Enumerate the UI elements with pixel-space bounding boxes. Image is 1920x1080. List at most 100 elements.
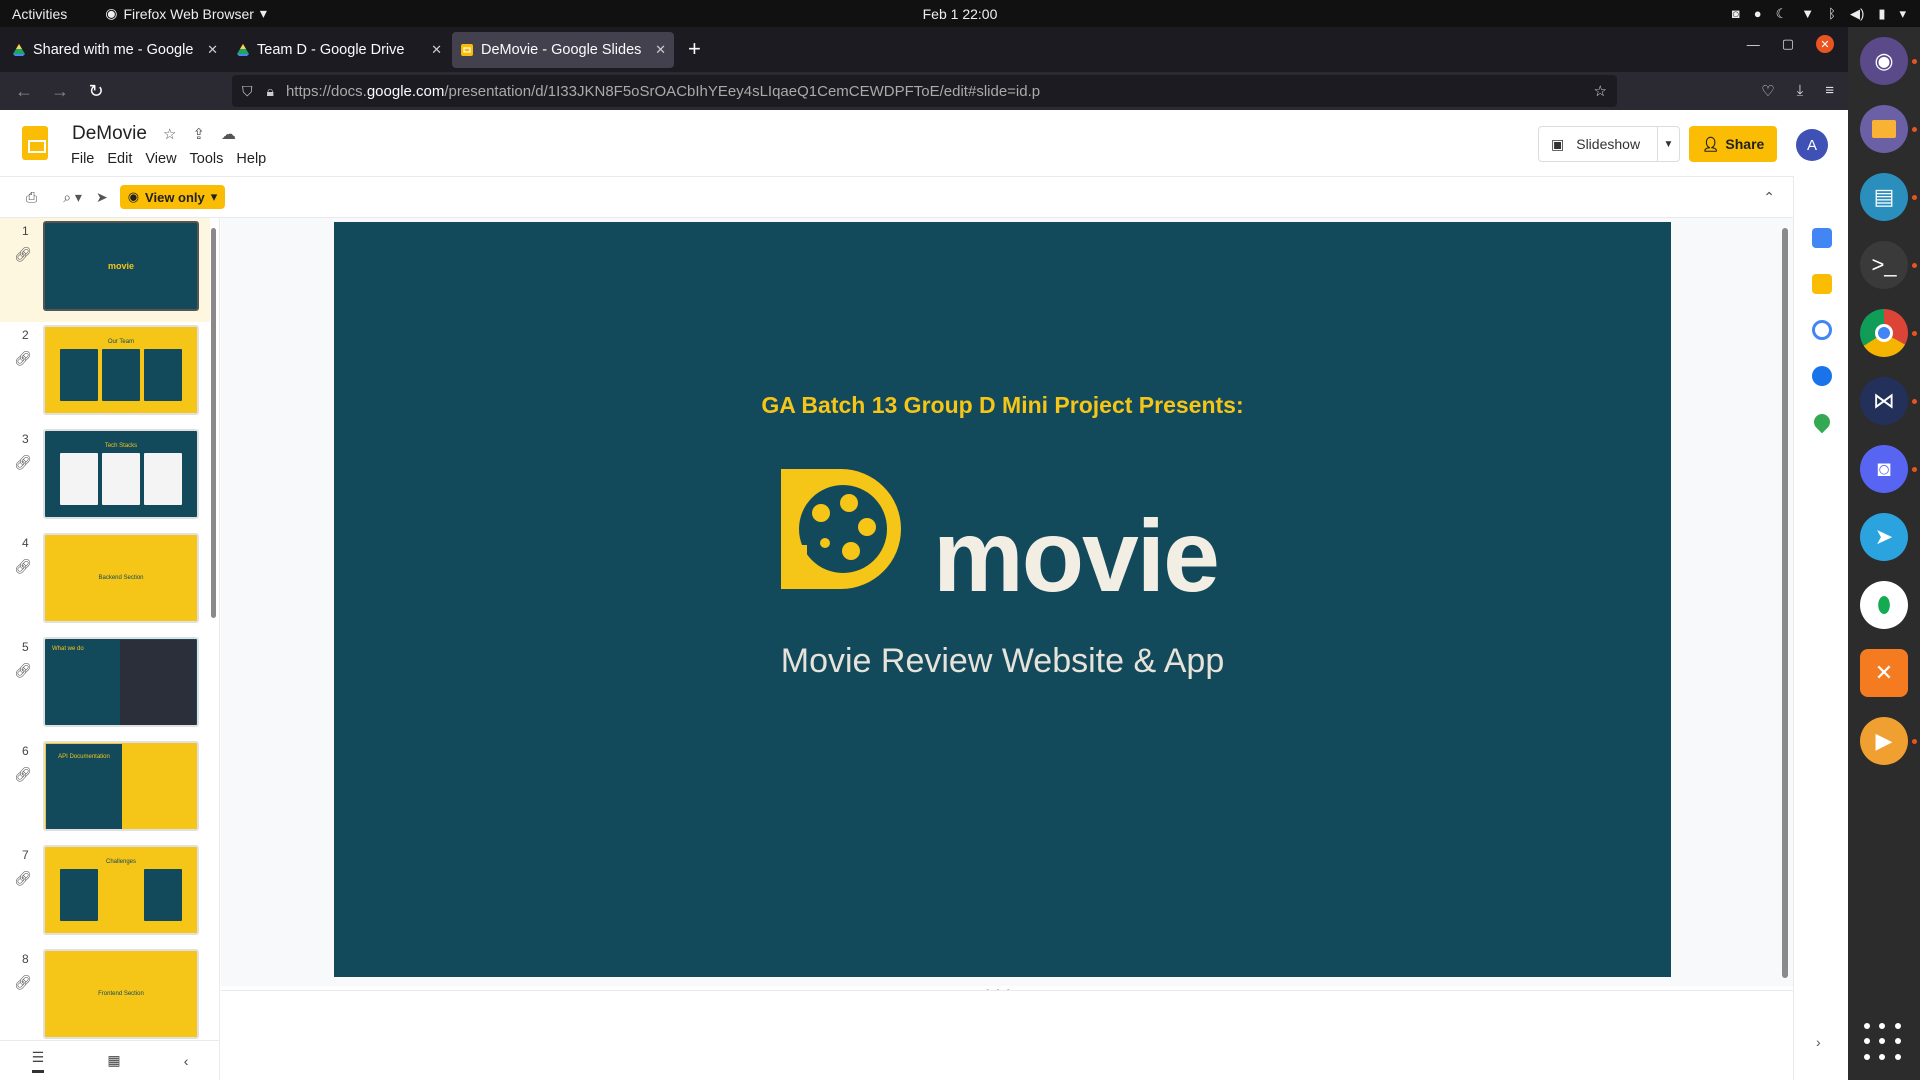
filmstrip-slide-7[interactable]: 7 🔗︎ Challenges bbox=[0, 842, 210, 946]
print-icon[interactable]: ⎙ bbox=[26, 189, 37, 206]
slide-thumbnail[interactable]: API Documentation bbox=[43, 741, 199, 831]
filmstrip-slide-6[interactable]: 6 🔗︎ API Documentation bbox=[0, 738, 210, 842]
slide-thumbnail[interactable]: Our Team bbox=[43, 325, 199, 415]
filmstrip-slide-5[interactable]: 5 🔗︎ What we do bbox=[0, 634, 210, 738]
activities-button[interactable]: Activities bbox=[12, 6, 67, 22]
slideshow-options-chevron-icon[interactable]: ▼ bbox=[1657, 127, 1679, 161]
link-icon[interactable]: 🔗︎ bbox=[14, 766, 32, 783]
star-icon[interactable]: ☆ bbox=[163, 125, 176, 143]
link-icon[interactable]: 🔗︎ bbox=[14, 350, 32, 367]
keep-icon[interactable] bbox=[1812, 274, 1832, 294]
terminal-icon[interactable]: >_ bbox=[1860, 241, 1908, 289]
cloud-status-icon[interactable]: ☁ bbox=[221, 125, 236, 143]
minimize-button[interactable]: — bbox=[1747, 37, 1760, 52]
slide-thumbnail[interactable]: Challenges bbox=[43, 845, 199, 935]
discord-icon[interactable]: ◙ bbox=[1860, 445, 1908, 493]
shield-icon[interactable]: ⛉ bbox=[242, 83, 253, 100]
chrome-icon[interactable] bbox=[1860, 309, 1908, 357]
maximize-button[interactable]: ▢ bbox=[1782, 36, 1794, 52]
slide-thumbnail[interactable]: Tech Stacks bbox=[43, 429, 199, 519]
contacts-icon[interactable] bbox=[1812, 366, 1832, 386]
mongodb-compass-icon[interactable]: ⬮ bbox=[1860, 581, 1908, 629]
zoom-icon[interactable]: ⌕ ▾ bbox=[63, 189, 82, 206]
battery-icon[interactable]: ▮ bbox=[1878, 6, 1885, 22]
collapse-filmstrip-icon[interactable]: ‹ bbox=[184, 1053, 189, 1069]
collapse-toolbar-icon[interactable]: ⌃ bbox=[1763, 189, 1775, 206]
xampp-icon[interactable]: ✕ bbox=[1860, 649, 1908, 697]
app-menu[interactable]: ◉ Firefox Web Browser ▾ bbox=[105, 5, 267, 22]
grid-view-icon[interactable]: ▦ bbox=[107, 1052, 120, 1069]
share-button[interactable]: 👤︎ Share bbox=[1689, 126, 1777, 162]
night-light-icon[interactable]: ☾ bbox=[1776, 6, 1788, 22]
reload-button[interactable]: ↻ bbox=[78, 81, 114, 102]
media-player-icon[interactable]: ▶ bbox=[1860, 717, 1908, 765]
back-button[interactable]: ← bbox=[6, 81, 42, 102]
slide-thumbnail[interactable]: What we do bbox=[43, 637, 199, 727]
tab-shared-with-me[interactable]: Shared with me - Google ✕ bbox=[4, 32, 226, 68]
wifi-icon[interactable]: ▼ bbox=[1801, 6, 1814, 21]
speaker-notes-area[interactable] bbox=[221, 990, 1793, 1080]
update-icon[interactable]: ● bbox=[1754, 6, 1762, 21]
lock-icon[interactable]: 🔒︎ bbox=[267, 83, 274, 100]
tasks-icon[interactable] bbox=[1812, 320, 1832, 340]
tab-demovie-slides[interactable]: DeMovie - Google Slides ✕ bbox=[452, 32, 674, 68]
system-tray[interactable]: ◙ ● ☾ ▼ ᛒ ◀) ▮ ▾ bbox=[1732, 6, 1906, 22]
expand-side-panel-icon[interactable]: › bbox=[1816, 1034, 1821, 1050]
list-view-icon[interactable]: ☰ bbox=[31, 1049, 45, 1073]
filmstrip-slide-2[interactable]: 2 🔗︎ Our Team bbox=[0, 322, 210, 426]
tab-team-d-drive[interactable]: Team D - Google Drive ✕ bbox=[228, 32, 450, 68]
new-tab-button[interactable]: + bbox=[688, 36, 701, 62]
forward-button[interactable]: → bbox=[42, 81, 78, 102]
view-only-button[interactable]: ◉ View only ▾ bbox=[119, 185, 226, 209]
close-window-button[interactable]: ✕ bbox=[1816, 35, 1834, 53]
close-icon[interactable]: ✕ bbox=[207, 42, 218, 58]
slide-thumbnail[interactable]: Frontend Section bbox=[43, 949, 199, 1039]
volume-icon[interactable]: ◀) bbox=[1850, 6, 1864, 22]
filmstrip-slide-4[interactable]: 4 🔗︎ Backend Section bbox=[0, 530, 210, 634]
discord-tray-icon[interactable]: ◙ bbox=[1732, 6, 1740, 21]
link-icon[interactable]: 🔗︎ bbox=[14, 662, 32, 679]
maps-icon[interactable] bbox=[1810, 410, 1834, 434]
downloads-icon[interactable]: ⤓ bbox=[1797, 82, 1804, 100]
filmstrip-slide-1[interactable]: 1 🔗︎ movie bbox=[0, 218, 210, 322]
pocket-icon[interactable]: ♡ bbox=[1761, 82, 1774, 100]
link-icon[interactable]: 🔗︎ bbox=[14, 870, 32, 887]
url-text[interactable]: https://docs.google.com/presentation/d/1… bbox=[286, 83, 1594, 100]
show-applications-icon[interactable] bbox=[1864, 1023, 1904, 1063]
telegram-icon[interactable]: ➤ bbox=[1860, 513, 1908, 561]
slide-thumbnail[interactable]: Backend Section bbox=[43, 533, 199, 623]
link-icon[interactable]: 🔗︎ bbox=[14, 558, 32, 575]
close-icon[interactable]: ✕ bbox=[431, 42, 442, 58]
menu-help[interactable]: Help bbox=[236, 151, 266, 167]
files-icon[interactable] bbox=[1860, 105, 1908, 153]
link-icon[interactable]: 🔗︎ bbox=[14, 974, 32, 991]
menu-edit[interactable]: Edit bbox=[107, 151, 132, 167]
slideshow-button[interactable]: ▣ Slideshow ▼ bbox=[1538, 126, 1680, 162]
vscode-icon[interactable]: ⋈ bbox=[1860, 377, 1908, 425]
menu-tools[interactable]: Tools bbox=[190, 151, 224, 167]
select-cursor-icon[interactable]: ➤ bbox=[96, 189, 108, 206]
move-icon[interactable]: ⇪ bbox=[192, 125, 205, 143]
text-editor-icon[interactable]: ▤ bbox=[1860, 173, 1908, 221]
doc-title[interactable]: DeMovie bbox=[72, 123, 147, 145]
filmstrip-slide-3[interactable]: 3 🔗︎ Tech Stacks bbox=[0, 426, 210, 530]
current-slide[interactable]: GA Batch 13 Group D Mini Project Present… bbox=[334, 222, 1671, 977]
google-slides-logo-icon[interactable] bbox=[22, 126, 48, 160]
url-bar[interactable]: ⛉ 🔒︎ https://docs.google.com/presentatio… bbox=[232, 75, 1617, 107]
clock[interactable]: Feb 1 22:00 bbox=[923, 6, 998, 22]
calendar-icon[interactable] bbox=[1812, 228, 1832, 248]
filmstrip-slide-8[interactable]: 8 🔗︎ Frontend Section bbox=[0, 946, 210, 1050]
chevron-down-icon[interactable]: ▾ bbox=[1899, 6, 1906, 22]
menu-view[interactable]: View bbox=[145, 151, 176, 167]
link-icon[interactable]: 🔗︎ bbox=[14, 246, 32, 263]
menu-file[interactable]: File bbox=[71, 151, 94, 167]
hamburger-menu-icon[interactable]: ≡ bbox=[1825, 82, 1834, 100]
firefox-icon[interactable]: ◉ bbox=[1860, 37, 1908, 85]
bookmark-star-icon[interactable]: ☆ bbox=[1594, 82, 1607, 100]
bluetooth-icon[interactable]: ᛒ bbox=[1828, 6, 1836, 21]
link-icon[interactable]: 🔗︎ bbox=[14, 454, 32, 471]
close-icon[interactable]: ✕ bbox=[655, 42, 666, 58]
avatar[interactable]: A bbox=[1796, 129, 1828, 161]
canvas-scrollbar[interactable] bbox=[1782, 228, 1788, 978]
slide-thumbnail[interactable]: movie bbox=[43, 221, 199, 311]
